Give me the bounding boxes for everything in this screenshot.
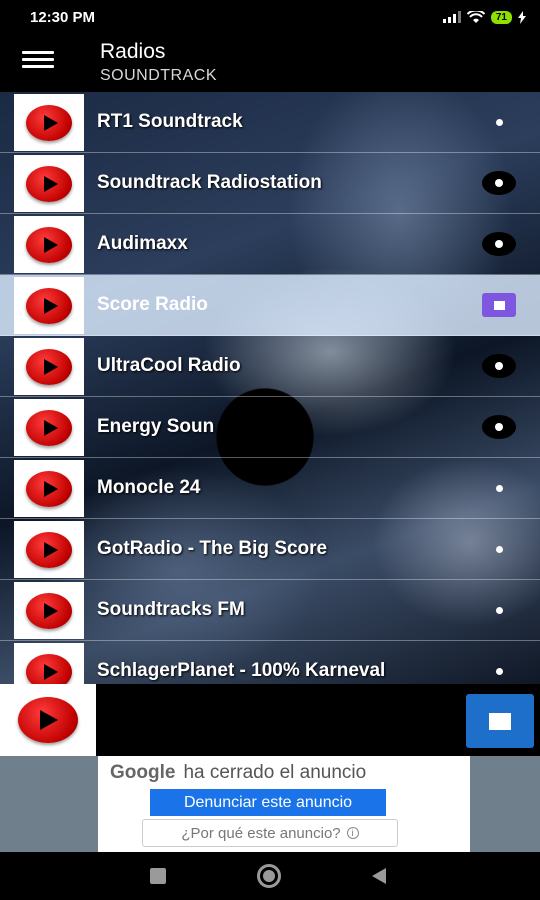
station-row-selected[interactable]: Score Radio xyxy=(0,275,540,336)
station-thumbnail xyxy=(14,338,84,395)
station-name: Score Radio xyxy=(97,294,208,315)
play-icon xyxy=(26,348,72,385)
report-ad-button[interactable]: Denunciar este anuncio xyxy=(150,789,386,816)
status-dot-icon[interactable] xyxy=(482,171,516,195)
charging-icon xyxy=(518,10,526,24)
back-icon[interactable] xyxy=(372,868,386,884)
station-name: Soundtracks FM xyxy=(97,599,245,620)
play-icon xyxy=(26,592,72,629)
play-icon xyxy=(26,165,72,202)
station-row[interactable]: Soundtrack Radiostation xyxy=(0,153,540,214)
signal-icon xyxy=(442,11,461,23)
play-icon xyxy=(26,104,72,141)
status-dot-icon[interactable] xyxy=(482,415,516,439)
station-list[interactable]: RT1 Soundtrack Soundtrack Radiostation A… xyxy=(0,92,540,684)
ad-text: ha cerrado el anuncio xyxy=(183,762,367,783)
play-icon xyxy=(26,531,72,568)
station-thumbnail xyxy=(14,277,84,334)
status-dot-icon[interactable] xyxy=(482,476,516,500)
status-dot-icon[interactable] xyxy=(482,232,516,256)
status-icons: 71 xyxy=(442,10,526,24)
ad-message: Google ha cerrado el anuncio xyxy=(110,762,366,784)
play-icon xyxy=(26,226,72,263)
status-dot-icon[interactable] xyxy=(482,598,516,622)
now-playing-bar xyxy=(0,684,540,756)
page-title: Radios xyxy=(100,40,166,63)
station-name: GotRadio - The Big Score xyxy=(97,538,328,559)
stop-button[interactable] xyxy=(466,694,534,748)
station-name: RT1 Soundtrack xyxy=(97,111,243,132)
status-dot-icon[interactable] xyxy=(482,110,516,134)
status-bar: 12:30 PM 71 xyxy=(0,0,540,34)
status-dot-icon[interactable] xyxy=(482,354,516,378)
info-icon: i xyxy=(346,827,359,839)
station-row[interactable]: Audimaxx xyxy=(0,214,540,275)
station-name: Energy Soun xyxy=(97,416,215,437)
station-name: Soundtrack Radiostation xyxy=(97,172,322,193)
status-dot-icon[interactable] xyxy=(482,659,516,683)
status-dot-icon[interactable] xyxy=(482,537,516,561)
battery-icon: 71 xyxy=(490,10,512,24)
stop-icon xyxy=(489,712,511,730)
why-this-ad-button[interactable]: ¿Por qué este anuncio? i xyxy=(142,819,398,847)
recents-icon[interactable] xyxy=(150,868,166,884)
station-name: UltraCool Radio xyxy=(97,355,241,376)
station-thumbnail xyxy=(14,460,84,517)
station-row[interactable]: Monocle 24 xyxy=(0,458,540,519)
station-thumbnail xyxy=(14,399,84,456)
station-name: SchlagerPlanet - 100% Karneval xyxy=(97,660,386,681)
station-row[interactable]: UltraCool Radio xyxy=(0,336,540,397)
station-thumbnail xyxy=(14,94,84,151)
play-icon xyxy=(26,470,72,507)
page-subtitle: SOUNDTRACK xyxy=(100,67,218,84)
status-time: 12:30 PM xyxy=(30,8,96,26)
stop-icon[interactable] xyxy=(482,293,516,317)
ad-closed-panel: Google ha cerrado el anuncio Denunciar es… xyxy=(98,756,470,852)
station-name: Monocle 24 xyxy=(97,477,201,498)
station-row[interactable]: RT1 Soundtrack xyxy=(0,92,540,153)
station-thumbnail xyxy=(14,155,84,212)
station-row[interactable]: SchlagerPlanet - 100% Karneval xyxy=(0,641,540,684)
ad-banner: Google ha cerrado el anuncio Denunciar es… xyxy=(0,756,540,852)
now-playing-thumbnail xyxy=(0,684,96,756)
play-icon xyxy=(18,697,78,743)
wifi-icon xyxy=(466,10,485,23)
hamburger-icon[interactable] xyxy=(22,51,54,75)
app-bar: Radios SOUNDTRACK xyxy=(0,34,540,92)
system-nav-bar xyxy=(0,852,540,900)
station-row[interactable]: GotRadio - The Big Score xyxy=(0,519,540,580)
station-row[interactable]: Soundtracks FM xyxy=(0,580,540,641)
station-thumbnail xyxy=(14,582,84,639)
why-this-ad-label: ¿Por qué este anuncio? xyxy=(181,824,341,842)
station-thumbnail xyxy=(14,216,84,273)
home-icon[interactable] xyxy=(257,864,281,888)
play-icon xyxy=(26,287,72,324)
ad-brand: Google xyxy=(110,762,176,783)
play-icon xyxy=(26,653,72,684)
station-thumbnail xyxy=(14,643,84,684)
station-name: Audimaxx xyxy=(97,233,188,254)
play-icon xyxy=(26,409,72,446)
station-thumbnail xyxy=(14,521,84,578)
station-row[interactable]: Energy Soun xyxy=(0,397,540,458)
